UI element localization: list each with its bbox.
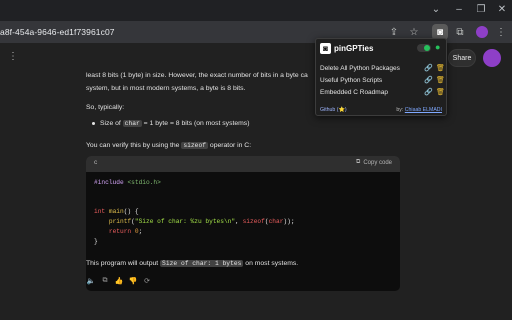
popup-item-delete-python[interactable]: Delete All Python Packages: [320, 65, 400, 72]
trash-icon[interactable]: 🗑: [436, 64, 445, 72]
pingpties-popup: ◙ pinGPTies ● Delete All Python Packages…: [315, 38, 447, 116]
bullet-dot: [92, 122, 95, 125]
thumbs-up-icon[interactable]: 👍: [114, 277, 124, 287]
paragraph-line-1: least 8 bits (1 byte) in size. However, …: [86, 72, 308, 79]
github-link[interactable]: Github (⭐): [320, 107, 347, 113]
chevron-down-icon[interactable]: ⌄: [427, 3, 445, 17]
close-icon[interactable]: ✕: [493, 3, 511, 17]
inline-code-char: char: [122, 120, 142, 127]
more-dots-icon[interactable]: ⋮: [8, 51, 18, 62]
trash-icon[interactable]: 🗑: [436, 88, 445, 96]
copy-icon[interactable]: ⧉: [100, 277, 110, 287]
url-text[interactable]: a8f-454a-9646-ed1f73961c07: [0, 25, 115, 39]
restore-icon[interactable]: ❐: [472, 3, 490, 17]
enable-toggle[interactable]: [417, 44, 431, 52]
regenerate-icon[interactable]: ⟳: [142, 277, 152, 287]
link-icon[interactable]: 🔗: [424, 88, 433, 96]
thumbs-down-icon[interactable]: 👎: [128, 277, 138, 287]
profile-avatar-icon[interactable]: [474, 24, 490, 40]
share-label: Share: [452, 54, 472, 62]
copy-code-button[interactable]: ⧉ Copy code: [356, 159, 392, 166]
so-typically-text: So, typically:: [86, 104, 125, 111]
code-content: #include <stdio.h> int main() { printf("…: [94, 179, 295, 245]
code-block: c ⧉ Copy code #include <stdio.h> int main…: [86, 156, 400, 291]
toggle-knob: [424, 45, 430, 51]
copy-icon: ⧉: [356, 159, 361, 165]
link-icon[interactable]: 🔗: [424, 76, 433, 84]
bullet-post: = 1 byte = 8 bits (on most systems): [141, 120, 250, 127]
user-avatar[interactable]: [483, 49, 501, 67]
read-aloud-icon[interactable]: 🔈: [86, 277, 96, 287]
copy-code-label: Copy code: [363, 159, 392, 166]
message-actions: 🔈 ⧉ 👍 👎 ⟳: [86, 277, 152, 287]
browser-titlebar: ⌄ – ❐ ✕: [0, 0, 512, 21]
paragraph-line-2: system, but in most modern systems, a by…: [86, 85, 246, 92]
output-pre: This program will output: [86, 260, 161, 267]
share-button[interactable]: Share: [448, 49, 476, 67]
verify-text: You can verify this by using the sizeof …: [86, 140, 251, 151]
pin-icon[interactable]: ●: [435, 42, 440, 52]
popup-item-useful-scripts[interactable]: Useful Python Scripts: [320, 77, 382, 84]
bullet-pre: Size of: [100, 120, 123, 127]
code-language: c: [94, 159, 98, 166]
extensions-puzzle-icon[interactable]: ⧉: [452, 24, 468, 40]
output-post: on most systems.: [243, 260, 299, 267]
pingpties-logo-icon: ◙: [320, 43, 331, 54]
inline-code-sizeof: sizeof: [181, 142, 209, 149]
popup-title: pinGPTies: [334, 44, 374, 53]
bullet-item: Size of char = 1 byte = 8 bits (on most …: [100, 118, 249, 129]
link-icon[interactable]: 🔗: [424, 64, 433, 72]
author-link[interactable]: Chiaab ELMADI: [405, 107, 442, 113]
minimize-icon[interactable]: –: [450, 3, 468, 17]
by-label: by:: [396, 107, 404, 113]
popup-item-embedded-c[interactable]: Embedded C Roadmap: [320, 89, 388, 96]
verify-post: operator in C:: [208, 142, 252, 149]
more-menu-icon[interactable]: ⋮: [493, 24, 509, 40]
output-text: This program will output Size of char: 1…: [86, 258, 298, 269]
inline-code-output: Size of char: 1 bytes: [160, 260, 244, 267]
author-credit: by: Chiaab ELMADI: [396, 107, 442, 113]
trash-icon[interactable]: 🗑: [436, 76, 445, 84]
code-block-header: c ⧉ Copy code: [86, 156, 400, 172]
verify-pre: You can verify this by using the: [86, 142, 182, 149]
